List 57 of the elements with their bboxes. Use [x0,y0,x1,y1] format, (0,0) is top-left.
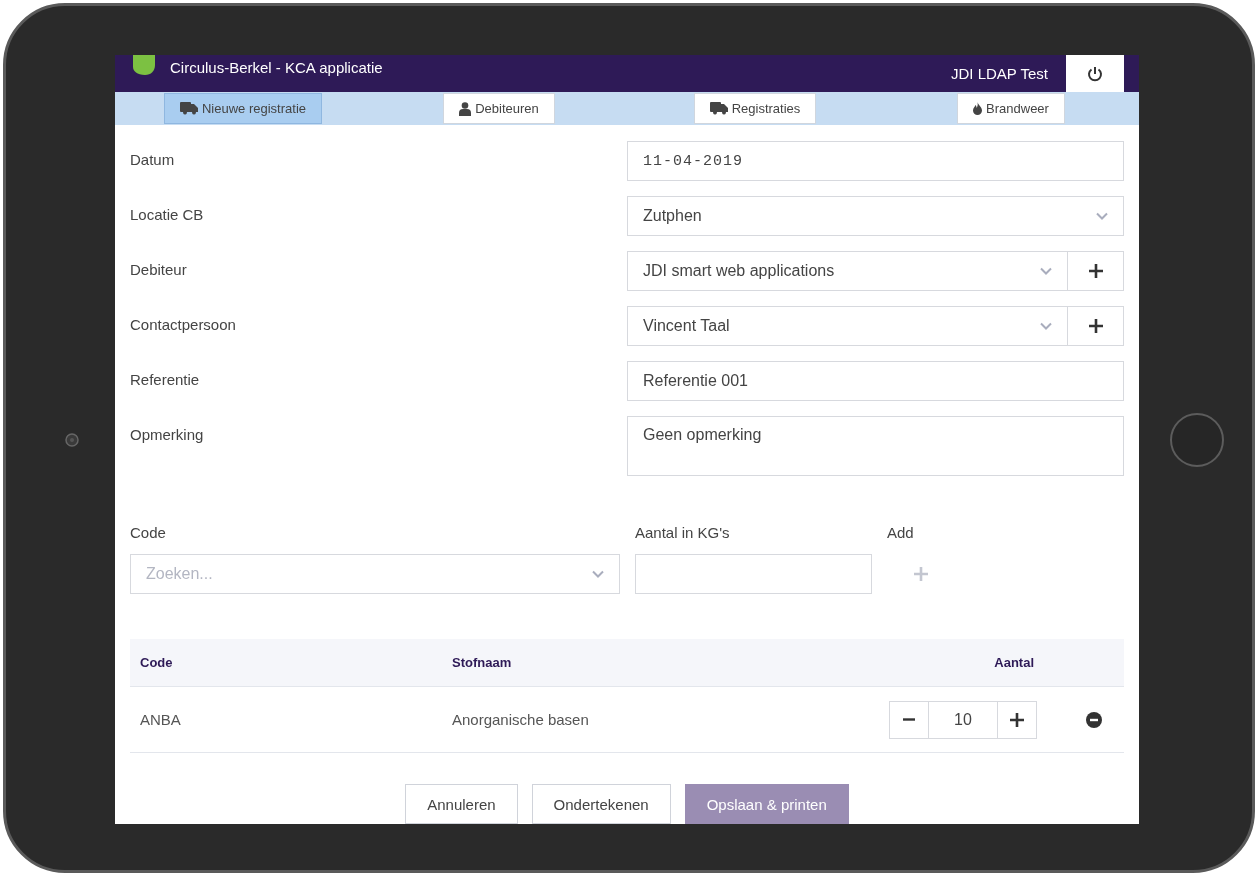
field-label: Debiteur [130,260,188,280]
nav-tab[interactable]: Brandweer [957,93,1065,124]
column-header: Stofnaam [451,655,513,670]
person-icon [459,101,472,116]
app-title: Circulus-Berkel - KCA applicatie [170,59,383,76]
select-value: Vincent Taal [643,317,730,335]
plus-icon [1088,319,1103,333]
chevron-down-icon [1096,212,1108,220]
camera-icon [65,432,79,447]
minus-icon [903,718,915,721]
field-label: Datum [130,150,176,170]
field-label: Contactpersoon [130,315,237,335]
nav-tab[interactable]: Debiteuren [443,93,555,124]
amount-field[interactable] [635,554,872,594]
chevron-down-icon [592,570,604,578]
field-label: Add [887,523,915,542]
home-button-icon [1169,411,1225,468]
field-label: Locatie CB [130,205,205,225]
plus-icon [1010,712,1024,727]
input-field[interactable]: Referentie 001 [627,361,1124,401]
field-label: Opmerking [130,425,205,445]
nav-tab[interactable]: Nieuwe registratie [163,93,322,124]
flame-icon [973,102,983,115]
nav-tab[interactable]: Registraties [693,93,817,124]
field-label: Referentie [130,370,201,390]
field-label: Aantal in KG's [635,523,731,542]
chevron-down-icon [1040,322,1052,330]
leaf-logo-icon [133,55,155,75]
select-value: Zutphen [643,207,702,225]
placeholder-text: Zoeken... [146,565,213,583]
remove-button[interactable] [1086,711,1102,728]
select-field[interactable]: Zutphen [627,196,1124,236]
column-header: Code [139,655,174,670]
field-label: Code [130,523,167,542]
date-field[interactable]: 11-04-2019 [627,141,1124,181]
plus-icon [1088,264,1103,278]
truck-icon [709,102,728,115]
column-header: Aantal [993,655,1035,670]
chevron-down-icon [1040,267,1052,275]
table-cell-text: Anorganische basen [451,711,590,728]
remove-icon [1086,711,1102,728]
add-button[interactable] [1068,251,1124,291]
decrement-button[interactable] [889,700,929,739]
user-name: JDI LDAP Test [951,65,1048,82]
select-value: JDI smart web applications [643,262,835,280]
action-button[interactable]: Ondertekenen [531,784,671,824]
select-field[interactable]: JDI smart web applications [627,251,1068,291]
select-field[interactable]: Vincent Taal [627,306,1068,346]
power-button[interactable] [1066,55,1124,92]
add-button[interactable] [1068,306,1124,346]
table-cell-text: ANBA [139,711,182,728]
truck-icon [179,102,198,115]
action-button[interactable]: Annuleren [405,784,518,824]
power-icon [1087,65,1103,82]
textarea-field[interactable]: Geen opmerking [627,416,1124,476]
increment-button[interactable] [997,700,1037,739]
plus-icon [914,567,928,581]
